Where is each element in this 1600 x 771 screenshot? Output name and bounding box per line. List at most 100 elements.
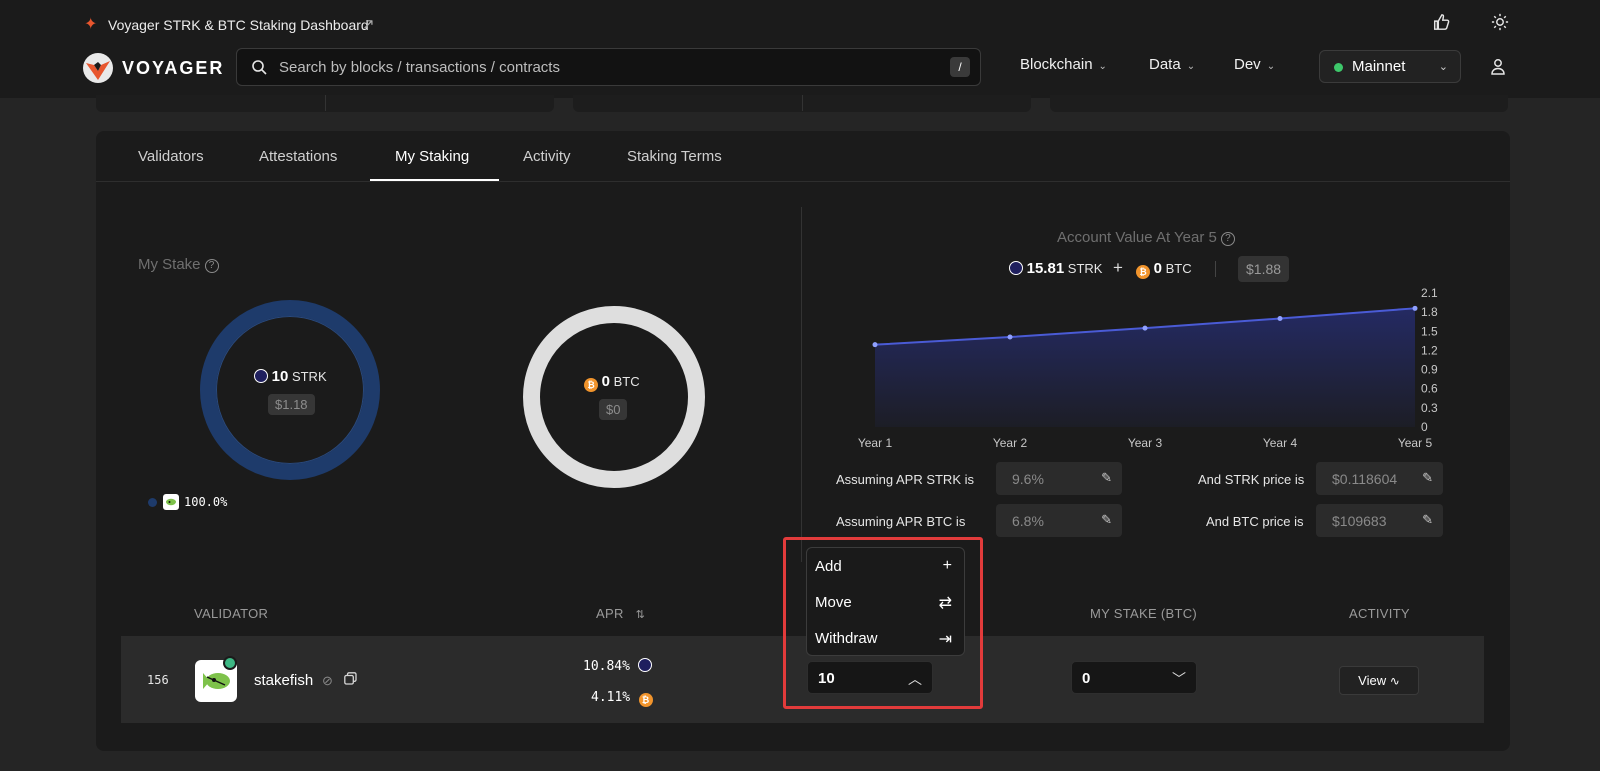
btc-price-value: $109683	[1332, 513, 1387, 529]
y-tick-label: 0.3	[1421, 401, 1438, 415]
legend-dot	[148, 498, 157, 507]
external-link-icon[interactable]: ↗	[362, 15, 375, 33]
btc-price-input[interactable]: $109683 ✎	[1316, 504, 1443, 537]
chart-point[interactable]	[1142, 325, 1148, 331]
y-tick-label: 1.5	[1421, 324, 1438, 338]
tab-activity[interactable]: Activity	[523, 148, 571, 165]
apr-btc-input[interactable]: 6.8% ✎	[996, 504, 1122, 537]
logo-text[interactable]: VOYAGER	[122, 58, 224, 79]
tab-staking-terms[interactable]: Staking Terms	[627, 148, 722, 165]
x-tick-label: Year 3	[1128, 436, 1163, 450]
account-value-btc-unit: BTC	[1165, 261, 1192, 276]
nav-dev[interactable]: Dev ⌄	[1234, 56, 1275, 73]
network-selector[interactable]: Mainnet ⌄	[1319, 50, 1461, 83]
nav-blockchain-label: Blockchain	[1020, 56, 1093, 73]
y-tick-label: 1.2	[1421, 343, 1438, 357]
sun-icon[interactable]	[1491, 13, 1509, 36]
nav-dev-label: Dev	[1234, 56, 1261, 73]
tab-validators[interactable]: Validators	[138, 148, 204, 165]
apr-strk-label: Assuming APR STRK is	[836, 472, 974, 487]
chart-point[interactable]	[1277, 316, 1283, 322]
btc-stake-ring	[523, 306, 705, 488]
my-stake-title: My Stake?	[138, 256, 219, 273]
help-icon[interactable]: ?	[1220, 232, 1235, 246]
summary-card	[1050, 95, 1508, 112]
strk-price-label: And STRK price is	[1198, 472, 1305, 487]
validator-rank: 156	[147, 673, 169, 687]
tabs-border	[96, 181, 1510, 182]
btc-icon: ₿	[638, 693, 653, 707]
search-input[interactable]: Search by blocks / transactions / contra…	[236, 48, 981, 86]
y-tick-label: 0.9	[1421, 363, 1438, 377]
active-tab-indicator	[370, 179, 499, 181]
view-activity-button[interactable]: View ∿	[1339, 666, 1419, 695]
voyager-logo[interactable]	[83, 53, 113, 83]
account-value-chart: Year 1 Year 2 Year 3 Year 4 Year 5 2.1 1.8 1.5 1…	[858, 286, 1438, 450]
chart-point[interactable]	[1007, 334, 1013, 340]
tab-attestations[interactable]: Attestations	[259, 148, 337, 165]
pencil-icon[interactable]: ✎	[1422, 512, 1433, 528]
strk-price-input[interactable]: $0.118604 ✎	[1316, 462, 1443, 495]
btc-stake-dropdown[interactable]: 0 ﹀	[1071, 661, 1197, 694]
chevron-down-icon: ⌄	[1186, 61, 1196, 72]
y-tick-label: 2.1	[1421, 286, 1438, 300]
strk-stake-ring	[200, 300, 380, 480]
account-value-title-text: Account Value At Year 5	[1057, 229, 1217, 246]
y-tick-label: 0	[1421, 420, 1428, 434]
card-divider	[802, 95, 803, 111]
user-icon[interactable]	[1490, 58, 1506, 80]
nav-data-label: Data	[1149, 56, 1181, 73]
btc-stake-dropdown-value: 0	[1082, 670, 1091, 687]
chart-point[interactable]	[872, 342, 878, 348]
tab-my-staking[interactable]: My Staking	[395, 148, 469, 165]
apr-btc-cell-value: 4.11%	[591, 690, 631, 705]
section-divider	[801, 207, 802, 562]
copy-icon[interactable]	[344, 672, 357, 690]
nav-blockchain[interactable]: Blockchain ⌄	[1020, 56, 1107, 73]
btc-icon: ₿	[1136, 265, 1150, 279]
verified-icon: ⊘	[322, 673, 333, 688]
validator-name[interactable]: stakefish	[254, 672, 313, 689]
help-icon[interactable]: ?	[204, 259, 219, 273]
nav-data[interactable]: Data ⌄	[1149, 56, 1195, 73]
btc-icon: ₿	[584, 378, 598, 392]
sort-icon[interactable]: ⇅	[636, 609, 646, 621]
strk-stake-unit: STRK	[291, 369, 327, 384]
btc-stake-amount: 0	[601, 373, 610, 390]
account-value-strk: 15.81 STRK	[1009, 260, 1102, 277]
pencil-icon[interactable]: ✎	[1101, 470, 1112, 486]
apr-strk-input[interactable]: 9.6% ✎	[996, 462, 1122, 495]
highlight-box	[783, 537, 983, 709]
search-shortcut-key: /	[950, 57, 970, 77]
chart-point[interactable]	[1412, 305, 1418, 311]
banner-title[interactable]: Voyager STRK & BTC Staking Dashboard	[108, 17, 369, 33]
apr-btc-value: 6.8%	[1012, 513, 1044, 529]
strk-stake-amount: 10	[271, 368, 289, 385]
pencil-icon[interactable]: ✎	[1101, 512, 1112, 528]
account-value-strk-amount: 15.81	[1026, 260, 1065, 277]
strk-icon	[254, 369, 268, 383]
x-tick-label: Year 2	[993, 436, 1028, 450]
my-stake-title-text: My Stake	[138, 256, 201, 273]
chevron-down-icon: ⌄	[1438, 61, 1448, 73]
apr-strk-cell-value: 10.84%	[583, 659, 630, 674]
strk-icon	[638, 658, 653, 672]
apr-strk-value: 9.6%	[1012, 471, 1044, 487]
search-placeholder: Search by blocks / transactions / contra…	[279, 59, 560, 76]
apr-btc-label: Assuming APR BTC is	[836, 514, 966, 529]
x-tick-label: Year 5	[1398, 436, 1433, 450]
x-tick-label: Year 4	[1263, 436, 1298, 450]
search-icon	[251, 59, 267, 80]
account-value-title: Account Value At Year 5?	[1057, 229, 1235, 246]
apr-strk-cell: 10.84%	[583, 657, 653, 675]
header-apr[interactable]: APR ⇅	[596, 606, 645, 621]
account-value-strk-unit: STRK	[1067, 261, 1103, 276]
header-apr-text: APR	[596, 606, 624, 621]
header-activity: ACTIVITY	[1349, 606, 1410, 621]
thumbs-up-icon[interactable]	[1432, 13, 1450, 36]
legend-percentage: 100.0%	[184, 495, 228, 509]
stakefish-legend-icon	[163, 494, 179, 510]
pencil-icon[interactable]: ✎	[1422, 470, 1433, 486]
account-value-separator	[1215, 261, 1216, 277]
view-activity-label: View	[1358, 673, 1387, 688]
